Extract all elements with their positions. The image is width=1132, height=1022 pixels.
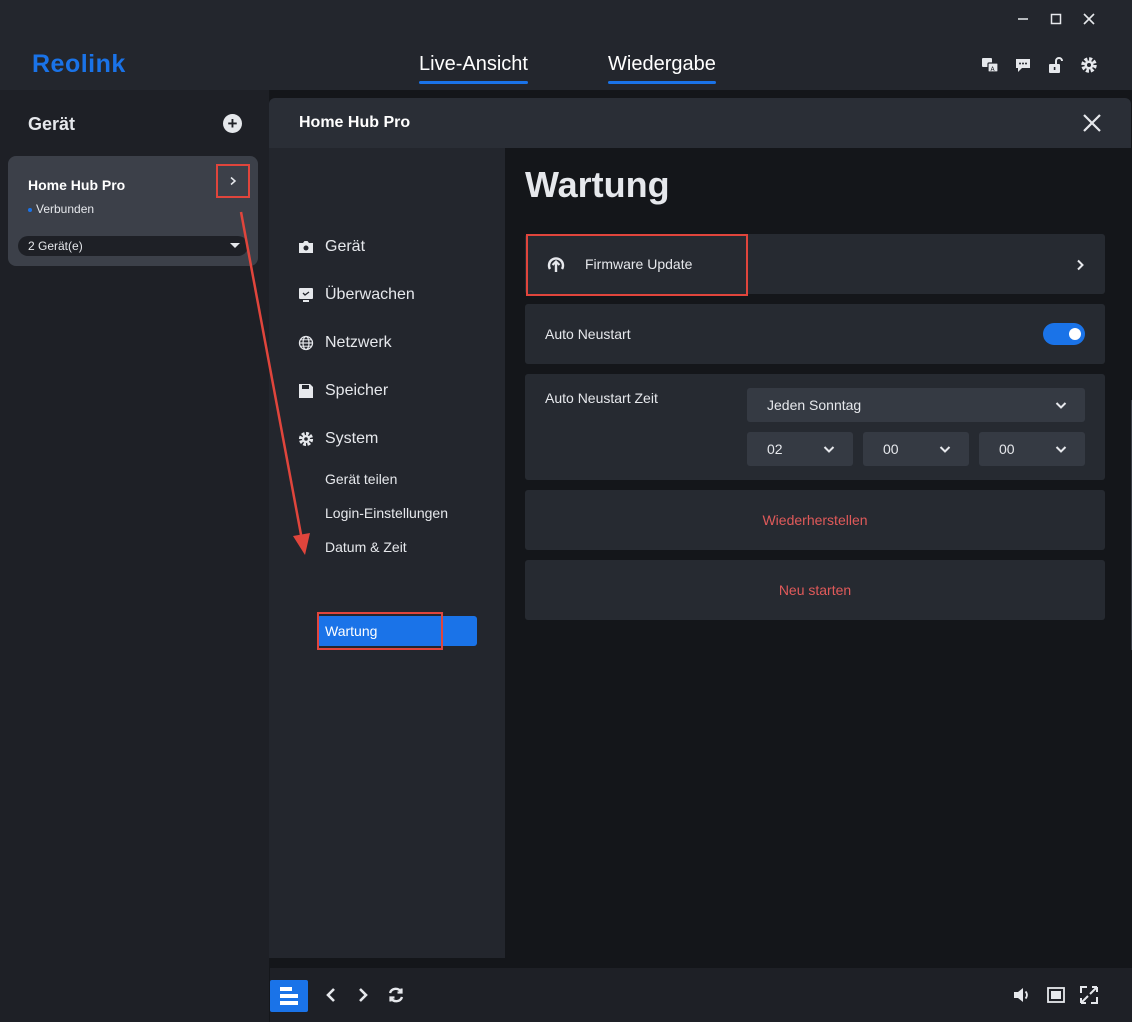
volume-icon[interactable] [1009,982,1035,1008]
tab-playback[interactable]: Wiedergabe [608,53,716,84]
restore-button[interactable]: Wiederherstellen [525,490,1105,550]
chevron-down-icon [823,446,835,453]
restore-label: Wiederherstellen [762,512,868,528]
auto-restart-time-label: Auto Neustart Zeit [545,390,658,406]
layout-list-icon[interactable] [270,980,308,1012]
status-dot-icon [28,207,32,212]
subnav-item-login[interactable]: Login-Einstellungen [325,505,448,521]
restart-hour-select[interactable]: 02 [747,432,853,466]
restart-day-select[interactable]: Jeden Sonntag [747,388,1085,422]
restart-minute-select[interactable]: 00 [863,432,969,466]
upload-cloud-icon [545,253,567,280]
fullscreen-icon[interactable] [1076,982,1102,1008]
chevron-right-icon[interactable] [350,982,376,1008]
nav-item-monitor[interactable]: Überwachen [297,283,415,307]
nav-item-label: Überwachen [325,286,415,303]
title-bar: Reolink Live-Ansicht Wiedergabe A [0,0,1132,90]
chevron-down-icon [1055,402,1067,409]
subnav-item-maintenance-label: Wartung [325,623,378,639]
nav-item-device[interactable]: Gerät [297,235,365,259]
subnav-item-share[interactable]: Gerät teilen [325,471,397,487]
caret-down-icon [230,243,240,248]
window-mode-icon[interactable] [1043,982,1069,1008]
auto-restart-row: Auto Neustart [525,304,1105,364]
floppy-icon [297,382,315,400]
maximize-icon[interactable] [1045,8,1067,30]
gear-icon[interactable] [1080,56,1098,74]
settings-dialog: Home Hub Pro Gerät Überwachen Netzwerk S… [269,98,1131,958]
nav-item-label: Netzwerk [325,334,392,351]
close-icon[interactable] [1081,112,1103,134]
subnav-item-datetime[interactable]: Datum & Zeit [325,539,407,555]
tab-playback-label: Wiedergabe [608,53,716,75]
firmware-update-label: Firmware Update [585,256,693,272]
restart-hour-value: 02 [767,441,783,457]
nav-item-label: System [325,430,379,447]
maintenance-content: Wartung Firmware Update Auto Neustart Au… [505,148,1131,958]
tab-live-view[interactable]: Live-Ansicht [419,53,528,84]
add-device-icon[interactable]: + [223,114,242,133]
dialog-header: Home Hub Pro [269,98,1131,148]
tab-underline [608,81,716,84]
chevron-down-icon [939,446,951,453]
globe-icon [297,334,315,352]
dialog-title: Home Hub Pro [299,114,411,131]
reolink-logo: Reolink [32,50,126,78]
device-name: Home Hub Pro [28,177,126,193]
chevron-right-icon [230,176,237,186]
reboot-label: Neu starten [778,582,852,598]
chevron-right-icon [1075,258,1085,276]
device-count-select[interactable]: 2 Gerät(e) [18,236,248,256]
auto-restart-toggle[interactable] [1043,323,1085,345]
close-window-icon[interactable] [1078,8,1100,30]
monitor-icon [297,286,315,304]
gear-icon [297,430,315,448]
tab-underline [419,81,528,84]
device-status-text: Verbunden [36,202,95,216]
chevron-left-icon[interactable] [318,982,344,1008]
auto-restart-time-row: Auto Neustart Zeit Jeden Sonntag 02 00 0… [525,374,1105,480]
device-count-value: 2 Gerät(e) [28,239,83,253]
unlock-icon[interactable] [1047,56,1065,74]
device-settings-button[interactable] [216,164,250,198]
nav-item-system[interactable]: System [297,427,378,451]
page-title: Wartung [525,164,670,205]
chevron-down-icon [1055,446,1067,453]
nav-item-label: Speicher [325,382,389,399]
minimize-icon[interactable] [1012,8,1034,30]
nav-item-network[interactable]: Netzwerk [297,331,392,355]
settings-nav: Gerät Überwachen Netzwerk Speicher Syste… [269,148,505,958]
tab-live-view-label: Live-Ansicht [419,53,528,75]
restart-day-value: Jeden Sonntag [767,397,862,413]
chat-icon[interactable] [1014,56,1032,74]
sidebar-title: Gerät [28,114,76,134]
restart-second-select[interactable]: 00 [979,432,1085,466]
firmware-update-row[interactable]: Firmware Update [525,234,1105,296]
toggle-knob [1069,328,1081,340]
camera-icon [297,238,315,256]
refresh-icon[interactable] [383,982,409,1008]
nav-item-label: Gerät [325,238,366,255]
auto-restart-label: Auto Neustart [545,326,631,342]
device-card[interactable]: Home Hub Pro Verbunden 2 Gerät(e) [8,156,258,266]
restart-minute-value: 00 [883,441,899,457]
translate-icon[interactable]: A [981,56,999,74]
nav-item-storage[interactable]: Speicher [297,379,388,403]
device-status: Verbunden [28,202,94,216]
restart-second-value: 00 [999,441,1015,457]
device-sidebar: Gerät + Home Hub Pro Verbunden 2 Gerät(e… [0,90,270,1022]
bottom-toolbar [270,968,1132,1022]
reboot-button[interactable]: Neu starten [525,560,1105,620]
